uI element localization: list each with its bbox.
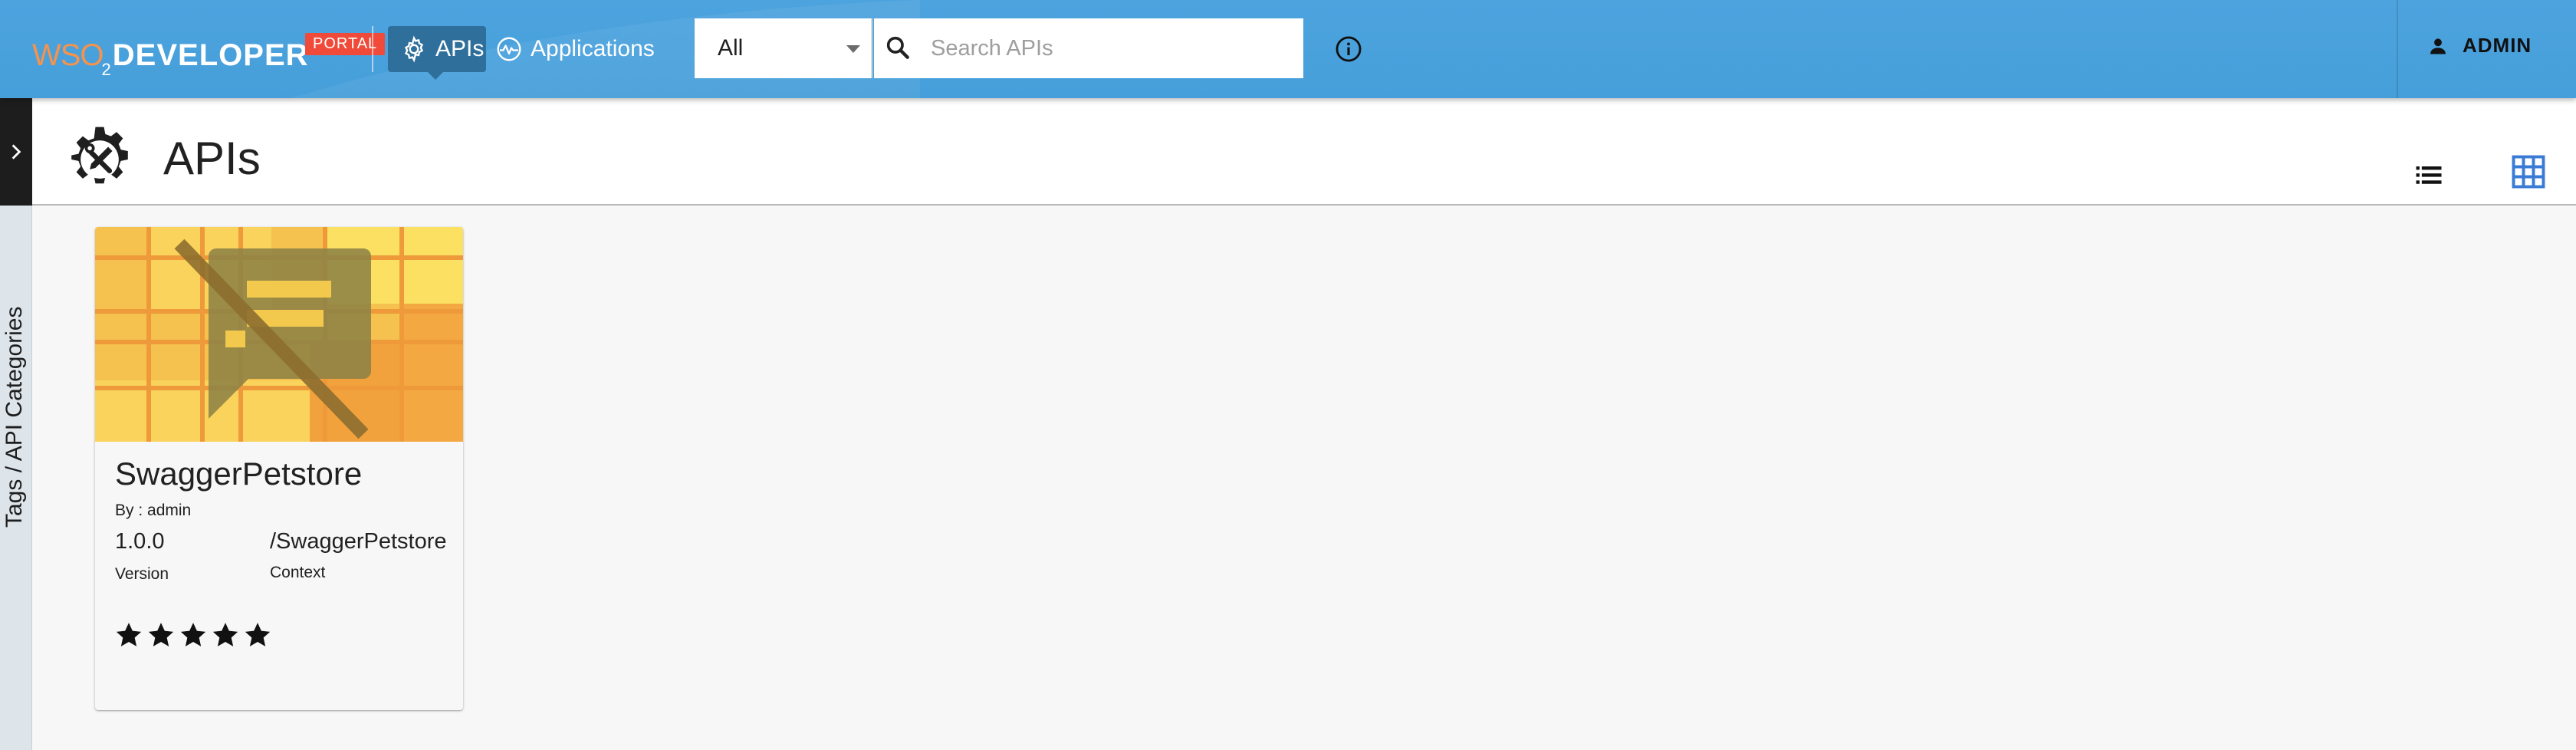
nav-tab-applications-label: Applications [531, 36, 655, 61]
star-icon[interactable] [146, 620, 176, 650]
api-card[interactable]: SwaggerPetstore By : admin 1.0.0 Version… [95, 227, 463, 710]
api-version: 1.0.0 [115, 529, 165, 554]
api-version-label: Version [115, 565, 169, 583]
api-filter-select[interactable]: All [695, 18, 872, 78]
nav-tab-apis-label: APIs [435, 36, 485, 61]
chevron-right-icon [6, 142, 26, 162]
filter-selected-value: All [718, 35, 744, 61]
search-icon [883, 33, 914, 64]
user-name: ADMIN [2463, 34, 2532, 57]
wso2-developer-portal-logo[interactable]: WSO 2 DEVELOPER PORTAL [32, 25, 386, 79]
search-input[interactable] [931, 35, 1291, 61]
list-view-button[interactable] [2412, 158, 2446, 192]
logo-prefix: WSO [32, 38, 104, 72]
api-provider: By : admin [115, 502, 192, 519]
user-menu-button[interactable]: ADMIN [2427, 34, 2532, 58]
apis-gear-tools-icon [64, 124, 135, 195]
logo-subscript: 2 [101, 60, 111, 79]
star-icon[interactable] [178, 620, 209, 650]
api-name[interactable]: SwaggerPetstore [115, 456, 362, 492]
page-title: APIs [163, 133, 261, 184]
active-indicator [428, 72, 443, 80]
tags-sidebar[interactable]: Tags / API Categories [0, 206, 32, 750]
api-thumbnail[interactable] [95, 227, 463, 442]
nav-tab-apis[interactable]: APIs [388, 26, 486, 80]
api-rating[interactable] [113, 620, 273, 650]
top-app-bar: WSO 2 DEVELOPER PORTAL APIs Applications… [0, 0, 2576, 98]
user-menu-area: ADMIN [2397, 0, 2576, 98]
tags-sidebar-label: Tags / API Categories [2, 306, 27, 528]
header-divider [372, 26, 373, 72]
grid-icon [2512, 155, 2545, 189]
search-box[interactable] [874, 18, 1303, 78]
grid-view-button[interactable] [2509, 152, 2548, 192]
api-context-label: Context [270, 564, 326, 581]
person-icon [2427, 35, 2449, 57]
api-context: /SwaggerPetstore [270, 529, 447, 554]
nav-tab-applications[interactable]: Applications [495, 26, 655, 72]
star-icon[interactable] [210, 620, 241, 650]
gear-icon [400, 35, 428, 63]
star-icon[interactable] [113, 620, 144, 650]
list-icon [2416, 166, 2442, 184]
info-icon[interactable] [1334, 35, 1363, 64]
sidebar-toggle-button[interactable] [0, 98, 32, 206]
logo-name: DEVELOPER [112, 38, 309, 72]
page-header: APIs [32, 98, 2576, 206]
pulse-icon [495, 35, 523, 63]
star-icon[interactable] [242, 620, 273, 650]
caret-down-icon [846, 45, 860, 53]
